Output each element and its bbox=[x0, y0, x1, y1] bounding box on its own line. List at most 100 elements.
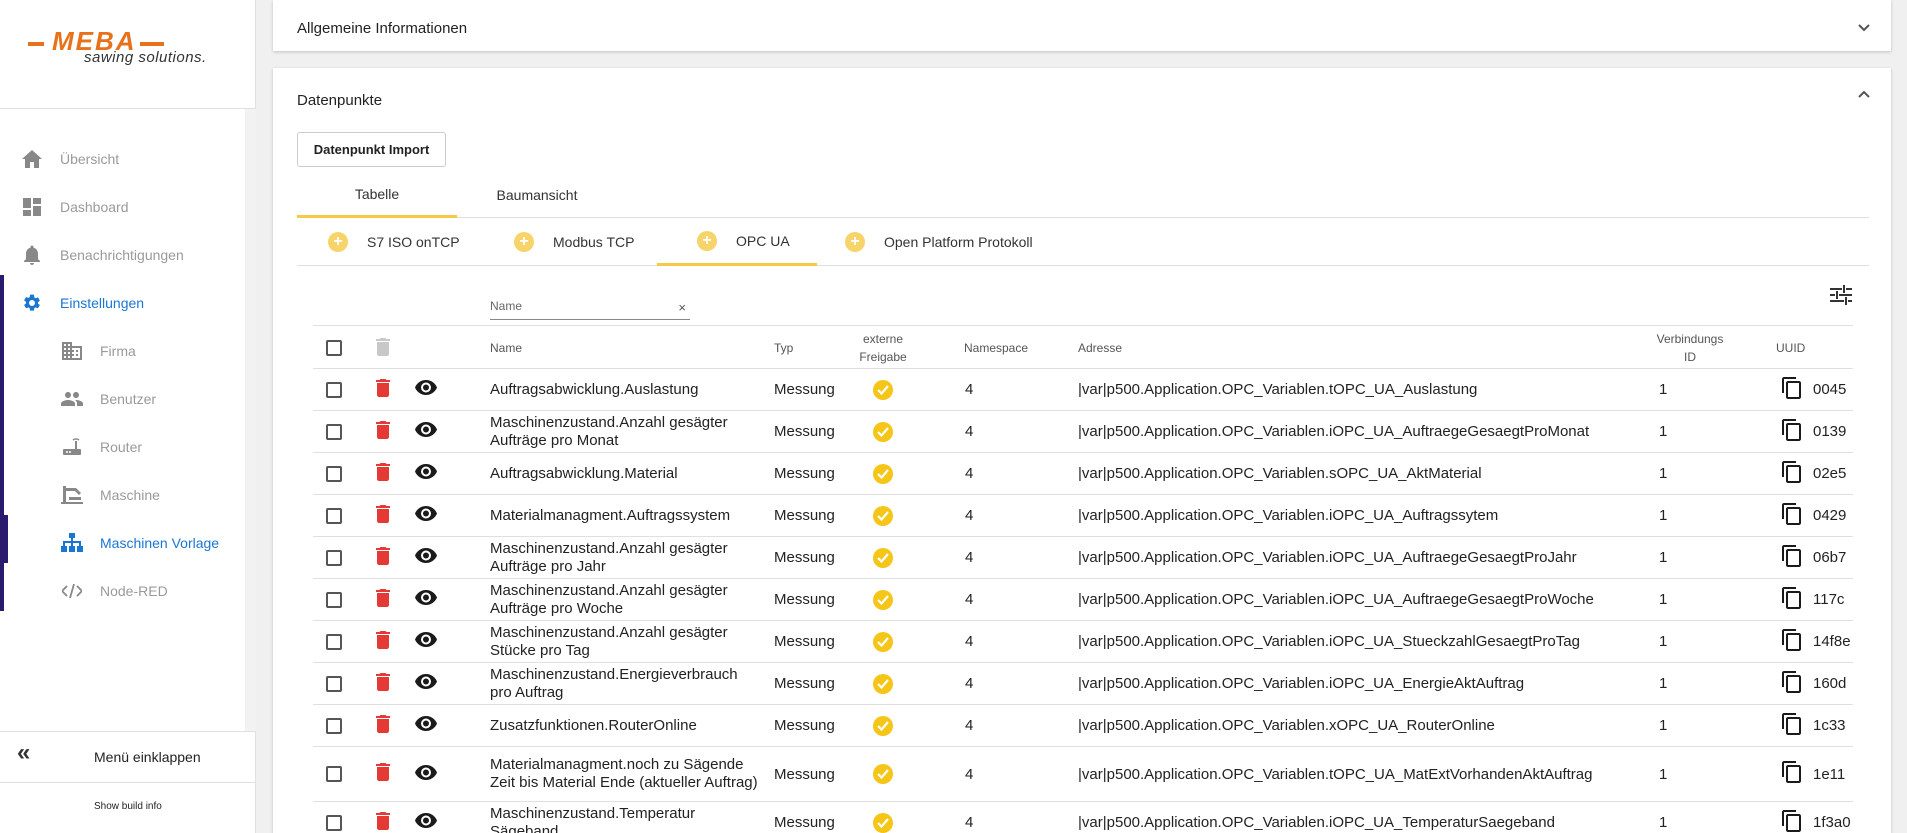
row-checkbox[interactable] bbox=[326, 717, 342, 734]
add-icon[interactable]: + bbox=[697, 230, 717, 251]
trash-icon[interactable] bbox=[376, 714, 390, 737]
tab-tabelle[interactable]: Tabelle bbox=[297, 172, 457, 218]
row-checkbox[interactable] bbox=[326, 423, 342, 440]
row-checkbox[interactable] bbox=[326, 814, 342, 831]
table-row[interactable]: Auftragsabwicklung.Material Messung 4 |var|… bbox=[313, 453, 1853, 495]
chevron-up-icon[interactable] bbox=[1857, 88, 1871, 102]
eye-icon[interactable] bbox=[415, 380, 437, 399]
row-checkbox[interactable] bbox=[326, 465, 342, 482]
sidebar-item-maschine[interactable]: Maschine bbox=[0, 471, 245, 519]
eye-icon[interactable] bbox=[415, 632, 437, 651]
copy-icon[interactable] bbox=[1782, 544, 1802, 571]
table-row[interactable]: Maschinenzustand.Anzahl gesägter Stücke … bbox=[313, 621, 1853, 663]
general-info-panel[interactable]: Allgemeine Informationen bbox=[273, 0, 1891, 51]
trash-icon[interactable] bbox=[376, 672, 390, 695]
eye-icon[interactable] bbox=[415, 590, 437, 609]
name-filter-input[interactable] bbox=[490, 296, 670, 316]
col-external-release[interactable]: externe Freigabe bbox=[843, 326, 923, 370]
trash-icon[interactable] bbox=[376, 588, 390, 611]
sidebar-item-router[interactable]: Router bbox=[0, 423, 245, 471]
row-view-cell bbox=[415, 537, 437, 578]
trash-icon[interactable] bbox=[376, 546, 390, 569]
table-row[interactable]: Zusatzfunktionen.RouterOnline Messung 4 |va… bbox=[313, 705, 1853, 747]
row-checkbox[interactable] bbox=[326, 549, 342, 566]
copy-icon[interactable] bbox=[1782, 761, 1802, 787]
row-checkbox[interactable] bbox=[326, 675, 342, 692]
chevron-down-icon[interactable] bbox=[1857, 20, 1871, 34]
col-uuid[interactable]: UUID bbox=[1776, 326, 1805, 370]
copy-icon[interactable] bbox=[1782, 418, 1802, 445]
add-icon[interactable]: + bbox=[514, 232, 534, 252]
copy-icon[interactable] bbox=[1782, 670, 1802, 697]
table-row[interactable]: Maschinenzustand.Anzahl gesägter Aufträg… bbox=[313, 579, 1853, 621]
clear-filter-icon[interactable]: × bbox=[678, 300, 686, 315]
sidebar-item-benutzer[interactable]: Benutzer bbox=[0, 375, 245, 423]
copy-icon[interactable] bbox=[1782, 586, 1802, 613]
trash-icon[interactable] bbox=[376, 337, 390, 359]
trash-icon[interactable] bbox=[376, 630, 390, 653]
copy-icon[interactable] bbox=[1782, 460, 1802, 487]
row-checkbox[interactable] bbox=[326, 507, 342, 524]
add-icon[interactable]: + bbox=[845, 232, 865, 252]
row-checkbox[interactable] bbox=[326, 633, 342, 650]
tab-opc-ua[interactable]: + OPC UA bbox=[657, 218, 817, 266]
datapoint-import-button[interactable]: Datenpunkt Import bbox=[297, 132, 446, 167]
select-all-checkbox[interactable] bbox=[326, 340, 342, 356]
row-checkbox[interactable] bbox=[326, 381, 342, 398]
table-row[interactable]: Maschinenzustand.Temperatur Sägeband Mess… bbox=[313, 802, 1853, 833]
eye-icon[interactable] bbox=[415, 548, 437, 567]
col-type[interactable]: Typ bbox=[774, 326, 793, 370]
sidebar-item-uebersicht[interactable]: Übersicht bbox=[0, 135, 245, 183]
sidebar-item-maschinen-vorlage[interactable]: Maschinen Vorlage bbox=[0, 519, 245, 567]
row-copy-cell bbox=[1782, 453, 1802, 494]
copy-icon[interactable] bbox=[1782, 502, 1802, 529]
collapse-menu-button[interactable]: « Menü einklappen bbox=[0, 733, 256, 781]
col-connection-id[interactable]: Verbindungs ID bbox=[1650, 326, 1730, 370]
eye-icon[interactable] bbox=[415, 674, 437, 693]
trash-icon[interactable] bbox=[376, 811, 390, 833]
sidebar-item-benachrichtigungen[interactable]: Benachrichtigungen bbox=[0, 231, 245, 279]
trash-icon[interactable] bbox=[376, 462, 390, 485]
meba-logo[interactable]: MEBA sawing solutions. bbox=[28, 26, 228, 76]
sidebar-item-dashboard[interactable]: Dashboard bbox=[0, 183, 245, 231]
sidebar-item-firma[interactable]: Firma bbox=[0, 327, 245, 375]
eye-icon[interactable] bbox=[415, 716, 437, 735]
tab-open-platform-protokoll[interactable]: + Open Platform Protokoll bbox=[845, 218, 1085, 266]
column-settings-icon[interactable] bbox=[1830, 285, 1852, 305]
eye-icon[interactable] bbox=[415, 764, 437, 784]
eye-icon[interactable] bbox=[415, 422, 437, 441]
copy-icon[interactable] bbox=[1782, 628, 1802, 655]
row-namespace: 4 bbox=[965, 717, 974, 734]
eye-icon[interactable] bbox=[415, 506, 437, 525]
trash-icon[interactable] bbox=[376, 763, 390, 785]
table-row[interactable]: Maschinenzustand.Energieverbrauch pro Au… bbox=[313, 663, 1853, 705]
trash-icon[interactable] bbox=[376, 420, 390, 443]
eye-icon[interactable] bbox=[415, 813, 437, 832]
table-row[interactable]: Maschinenzustand.Anzahl gesägter Aufträg… bbox=[313, 411, 1853, 453]
eye-icon[interactable] bbox=[415, 464, 437, 483]
table-row[interactable]: Materialmanagment.Auftragssystem Messung 4… bbox=[313, 495, 1853, 537]
row-copy-cell bbox=[1782, 411, 1802, 452]
copy-icon[interactable] bbox=[1782, 712, 1802, 739]
sidebar-scrollbar[interactable] bbox=[245, 109, 256, 731]
check-circle-icon bbox=[873, 764, 893, 784]
table-row[interactable]: Auftragsabwicklung.Auslastung Messung 4 |va… bbox=[313, 369, 1853, 411]
tab-modbus-tcp[interactable]: + Modbus TCP bbox=[514, 218, 654, 266]
show-build-info-link[interactable]: Show build info bbox=[94, 801, 162, 812]
sidebar-item-node-red[interactable]: Node-RED bbox=[0, 567, 245, 615]
col-namespace[interactable]: Namespace bbox=[964, 326, 1028, 370]
table-row[interactable]: Maschinenzustand.Anzahl gesägter Aufträg… bbox=[313, 537, 1853, 579]
copy-icon[interactable] bbox=[1782, 376, 1802, 403]
col-address[interactable]: Adresse bbox=[1078, 326, 1122, 370]
sidebar-item-einstellungen[interactable]: Einstellungen bbox=[0, 279, 245, 327]
table-row[interactable]: Materialmanagment.noch zu Sägende Zeit b… bbox=[313, 747, 1853, 802]
col-name[interactable]: Name bbox=[490, 326, 522, 370]
add-icon[interactable]: + bbox=[328, 232, 348, 252]
row-checkbox[interactable] bbox=[326, 766, 342, 782]
trash-icon[interactable] bbox=[376, 378, 390, 401]
tab-s7-iso-ontcp[interactable]: + S7 ISO onTCP bbox=[328, 218, 488, 266]
copy-icon[interactable] bbox=[1782, 809, 1802, 833]
row-checkbox[interactable] bbox=[326, 591, 342, 608]
trash-icon[interactable] bbox=[376, 504, 390, 527]
tab-baumansicht[interactable]: Baumansicht bbox=[457, 172, 617, 218]
